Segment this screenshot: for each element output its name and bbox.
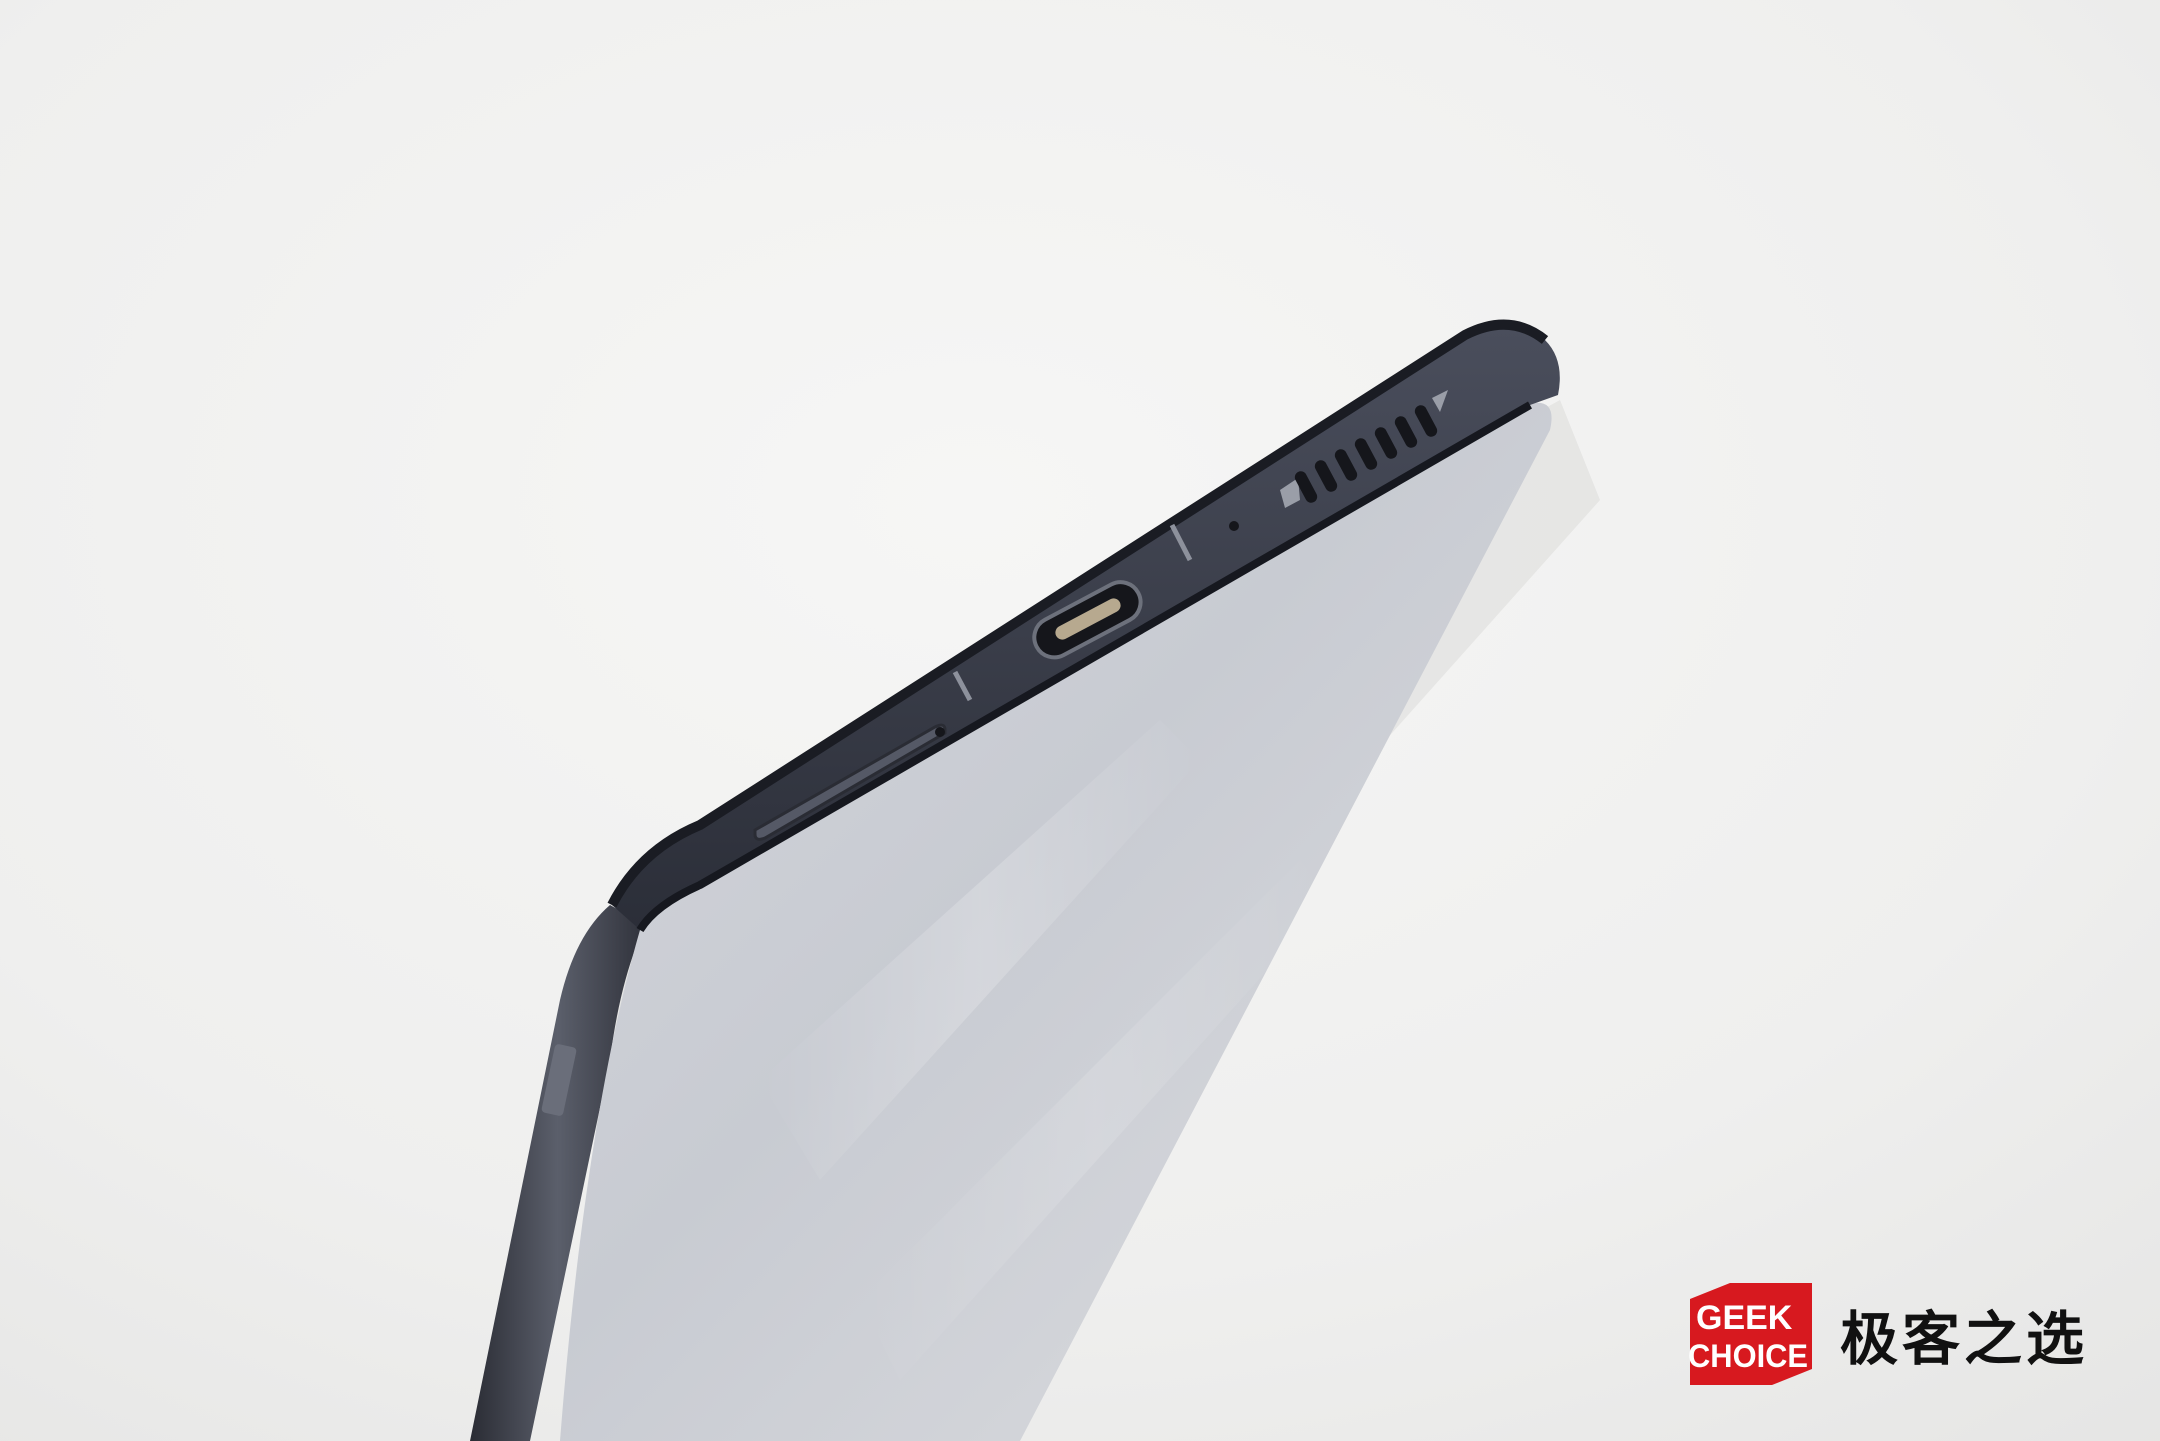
geek-choice-logo: GEEK CHOICE <box>1688 1283 1812 1385</box>
watermark: GEEK CHOICE 极客之选 <box>1680 1281 2088 1387</box>
logo-line1: GEEK <box>1696 1299 1793 1337</box>
logo-line2: CHOICE <box>1688 1338 1808 1374</box>
microphone-hole <box>1229 521 1239 531</box>
brand-text: 极客之选 <box>1840 1305 2089 1373</box>
phone-photo <box>0 0 2160 1441</box>
sim-eject-hole <box>935 727 945 737</box>
